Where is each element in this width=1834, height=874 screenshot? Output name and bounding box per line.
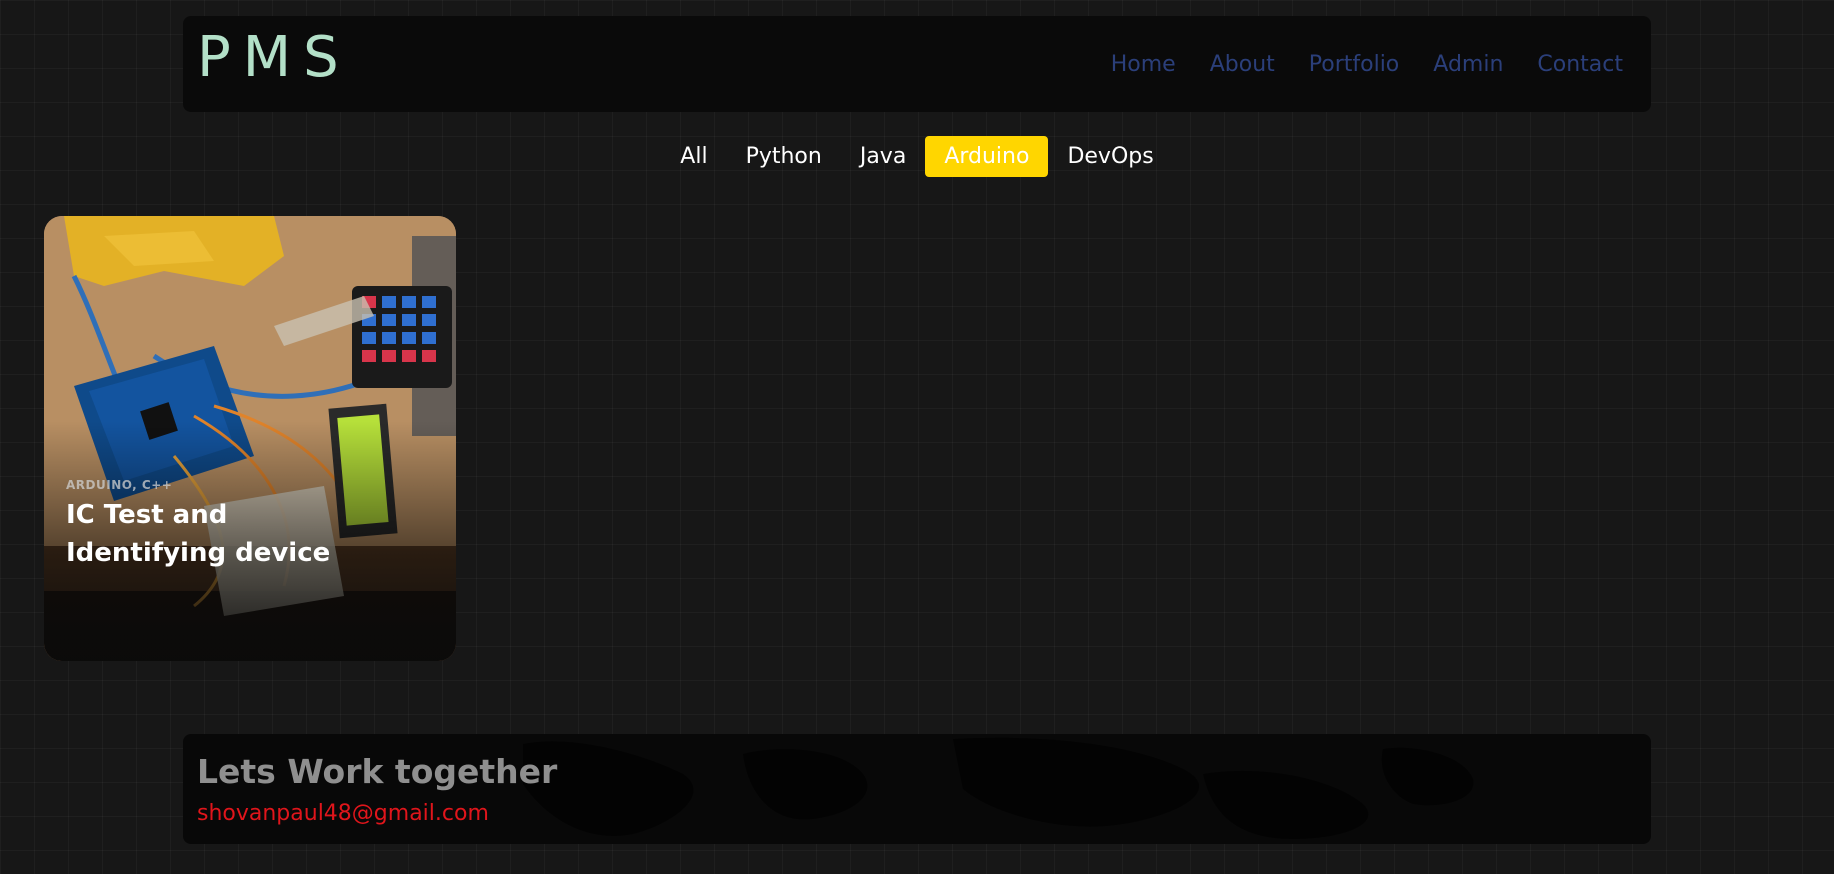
main-nav: Home About Portfolio Admin Contact	[1111, 16, 1623, 112]
contact-email-link[interactable]: shovanpaul48@gmail.com	[197, 801, 489, 826]
footer-heading: Lets Work together	[197, 752, 558, 791]
world-map-icon	[523, 737, 1474, 839]
filter-devops[interactable]: DevOps	[1048, 136, 1172, 177]
project-tags: ARDUINO, C++	[66, 478, 173, 492]
filter-python[interactable]: Python	[727, 136, 841, 177]
site-logo[interactable]: PMS	[197, 30, 351, 86]
nav-contact-link[interactable]: Contact	[1537, 52, 1623, 77]
nav-home-link[interactable]: Home	[1111, 52, 1176, 77]
nav-about-link[interactable]: About	[1210, 52, 1275, 77]
filter-all[interactable]: All	[661, 136, 726, 177]
category-filters: All Python Java Arduino DevOps	[0, 136, 1834, 177]
filter-arduino[interactable]: Arduino	[925, 136, 1049, 177]
filter-java[interactable]: Java	[841, 136, 925, 177]
nav-admin-link[interactable]: Admin	[1433, 52, 1503, 77]
project-title[interactable]: IC Test and Identifying device	[66, 496, 396, 572]
top-navbar: PMS Home About Portfolio Admin Contact	[183, 16, 1651, 112]
contact-footer: Lets Work together shovanpaul48@gmail.co…	[183, 734, 1651, 844]
project-card[interactable]: ARDUINO, C++ IC Test and Identifying dev…	[44, 216, 456, 661]
nav-portfolio-link[interactable]: Portfolio	[1309, 52, 1400, 77]
